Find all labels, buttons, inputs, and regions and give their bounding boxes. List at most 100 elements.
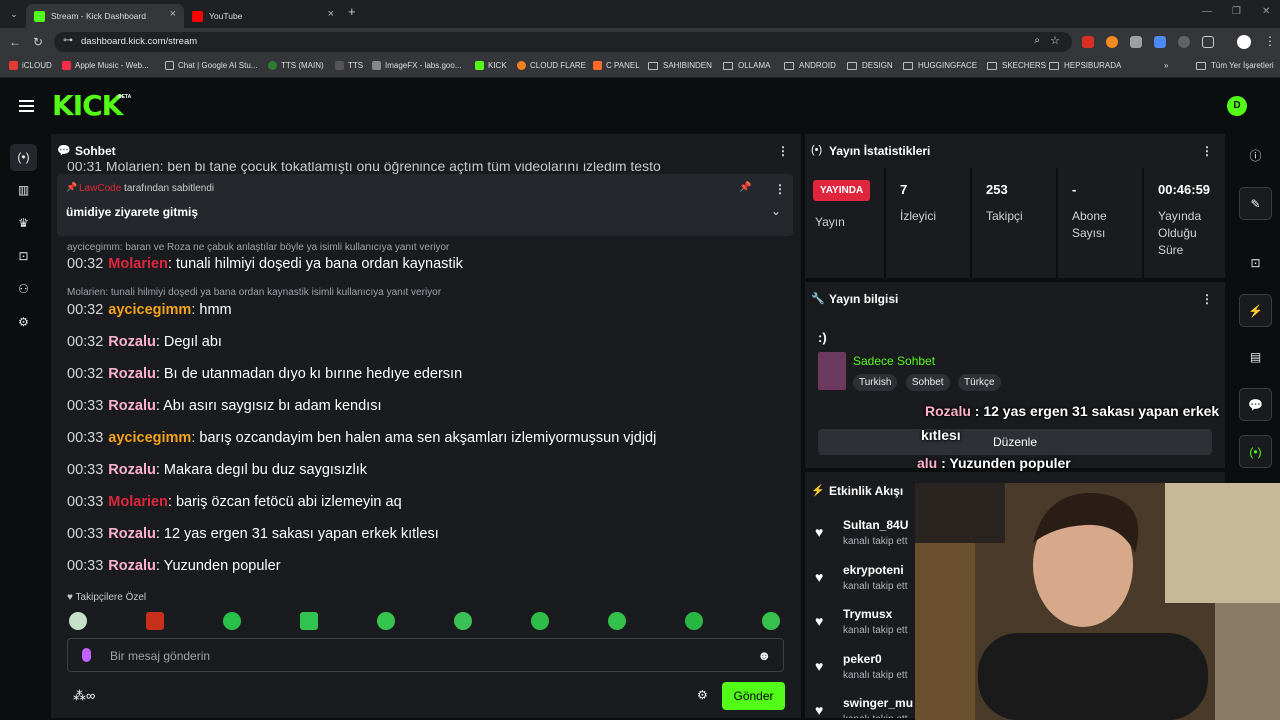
message-username[interactable]: Rozalu — [108, 366, 156, 382]
message-username[interactable]: Molarien — [108, 256, 168, 272]
microphone-icon[interactable] — [82, 648, 91, 662]
activity-username[interactable]: Trymusx — [843, 607, 892, 621]
chat-message[interactable]: 00:33 Rozalu: 12 yas ergen 31 sakası yapa… — [67, 526, 439, 542]
user-avatar[interactable]: D — [1227, 96, 1247, 116]
chat-input[interactable]: Bir mesaj gönderin ☻ — [67, 638, 784, 672]
lightning-icon[interactable]: ⚡ — [1239, 294, 1272, 327]
edit-pencil-icon[interactable]: ✎ — [1239, 187, 1272, 220]
bookmark-folder-ollama[interactable]: OLLAMA — [723, 61, 770, 70]
emote-icon[interactable] — [69, 612, 87, 630]
bookmark-kick[interactable]: KICK — [475, 61, 507, 70]
hamburger-menu-icon[interactable] — [19, 100, 34, 112]
chat-icon[interactable]: 💬 — [1239, 388, 1272, 421]
back-icon[interactable]: ← — [9, 35, 21, 49]
message-username[interactable]: aycicegimm — [108, 302, 191, 318]
activity-username[interactable]: Sultan_84U — [843, 518, 908, 532]
close-window-icon[interactable]: ✕ — [1262, 6, 1270, 17]
stream-nav-icon[interactable]: (•) — [10, 144, 37, 171]
extension-orange-icon[interactable] — [1106, 36, 1118, 48]
more-bookmarks-icon[interactable]: » — [1164, 61, 1168, 70]
extension-circle-icon[interactable] — [1178, 36, 1190, 48]
extension-translate-icon[interactable] — [1154, 36, 1166, 48]
bookmark-apple-music[interactable]: Apple Music - Web... — [62, 61, 149, 70]
bookmark-cpanel[interactable]: C PANEL — [593, 61, 640, 70]
document-icon[interactable]: ▤ — [1239, 341, 1272, 374]
unpin-icon[interactable]: 📌 — [739, 182, 751, 193]
stats-options-icon[interactable]: ⋮ — [1201, 144, 1213, 158]
message-username[interactable]: Rozalu — [108, 558, 156, 574]
pinned-options-icon[interactable]: ⋮ — [774, 182, 786, 196]
bookmark-tts[interactable]: TTS — [335, 61, 363, 70]
activity-username[interactable]: swinger_mu — [843, 696, 913, 710]
reply-context[interactable]: aycicegimm: baran ve Roza ne çabuk anlaş… — [67, 242, 449, 253]
bookmark-ai-studio[interactable]: Chat | Google AI Stu... — [165, 61, 257, 70]
emote-icon[interactable] — [685, 612, 703, 630]
emote-icon[interactable] — [762, 612, 780, 630]
bookmark-folder-skechers[interactable]: SKECHERS — [987, 61, 1046, 70]
message-username[interactable]: Rozalu — [108, 526, 156, 542]
bookmark-folder-hepsiburada[interactable]: HEPSIBURADA — [1049, 61, 1121, 70]
browser-menu-icon[interactable]: ⋮ — [1264, 34, 1276, 48]
tab-search-icon[interactable]: ⌄ — [6, 6, 22, 22]
emote-icon[interactable] — [531, 612, 549, 630]
bookmark-folder-sahibinden[interactable]: SAHIBINDEN — [648, 61, 712, 70]
tab-youtube[interactable]: YouTube × — [184, 4, 342, 28]
category-name[interactable]: Sadece Sohbet — [853, 354, 935, 368]
zoom-icon[interactable]: ⌕ — [1034, 35, 1040, 46]
edit-button[interactable]: Düzenle — [818, 429, 1212, 455]
bookmark-folder-huggingface[interactable]: HUGGINGFACE — [903, 61, 977, 70]
bookmark-folder-design[interactable]: DESIGN — [847, 61, 893, 70]
broadcast-icon[interactable]: (•) — [1239, 435, 1272, 468]
scan-icon[interactable]: ⊡ — [1239, 247, 1272, 280]
chat-message[interactable]: 00:32 Rozalu: Bı de utanmadan dıyo kı bır… — [67, 366, 462, 382]
message-username[interactable]: aycicegimm — [108, 430, 191, 446]
send-button[interactable]: Gönder — [722, 682, 785, 710]
new-tab-icon[interactable]: + — [348, 4, 356, 19]
all-bookmarks[interactable]: Tüm Yer İşaretleri — [1196, 61, 1274, 70]
emoji-picker-icon[interactable]: ☻ — [757, 648, 771, 663]
chat-message[interactable]: 00:33 Rozalu: Yuzunden populer — [67, 558, 281, 574]
tag[interactable]: Türkçe — [958, 374, 1001, 391]
message-username[interactable]: Molarien — [108, 494, 168, 510]
chat-message[interactable]: 00:33 Rozalu: Makara degıl bu duz saygısı… — [67, 462, 367, 478]
community-nav-icon[interactable]: ⚇ — [10, 276, 37, 303]
message-username[interactable]: Rozalu — [108, 462, 156, 478]
chat-message[interactable]: 00:32 Rozalu: Degıl abı — [67, 334, 222, 350]
pinned-by-user[interactable]: LawCode — [79, 183, 121, 194]
site-info-icon[interactable]: ⊶ — [63, 35, 73, 46]
message-username[interactable]: Rozalu — [108, 334, 156, 350]
trophy-nav-icon[interactable]: ♛ — [10, 210, 37, 237]
extension-gray-icon[interactable] — [1130, 36, 1142, 48]
chat-users-icon[interactable]: ⁂∞ — [73, 688, 95, 704]
chat-message[interactable]: 00:33 Rozalu: Abı asırı saygısız bı adam … — [67, 398, 382, 414]
restore-icon[interactable]: ❐ — [1232, 6, 1241, 17]
message-username[interactable]: Rozalu — [108, 398, 156, 414]
emote-icon[interactable] — [300, 612, 318, 630]
url-bar[interactable]: ⊶ dashboard.kick.com/stream ⌕ ☆ — [54, 32, 1072, 52]
bookmark-star-icon[interactable]: ☆ — [1050, 34, 1060, 47]
kick-logo[interactable]: KICK — [52, 92, 123, 120]
chat-message[interactable]: 00:32 Molarien: tunali hilmiyi doşedi ya … — [67, 256, 463, 272]
clips-nav-icon[interactable]: ⊡ — [10, 243, 37, 270]
bookmark-folder-android[interactable]: ANDROID — [784, 61, 836, 70]
bookmark-tts-main[interactable]: TTS (MAIN) — [268, 61, 324, 70]
tag[interactable]: Sohbet — [905, 374, 950, 391]
chat-message[interactable]: 00:33 aycicegimm: barış ozcandayim ben ha… — [67, 430, 656, 446]
emote-icon[interactable] — [454, 612, 472, 630]
close-tab-icon[interactable]: × — [328, 8, 334, 20]
emote-icon[interactable] — [608, 612, 626, 630]
tab-kick-dashboard[interactable]: Stream - Kick Dashboard × — [26, 4, 184, 28]
category-thumbnail[interactable] — [818, 352, 846, 390]
emote-icon[interactable] — [377, 612, 395, 630]
analytics-nav-icon[interactable]: ▥ — [10, 177, 37, 204]
chat-settings-icon[interactable]: ⚙ — [697, 688, 708, 702]
info-icon[interactable]: ⓘ — [1239, 140, 1272, 173]
expand-chevron-icon[interactable]: ⌄ — [771, 204, 781, 218]
info-options-icon[interactable]: ⋮ — [1201, 292, 1213, 306]
chat-message[interactable]: 00:33 Molarien: bariş özcan fetöcü abi iz… — [67, 494, 402, 510]
bookmark-icloud[interactable]: iCLOUD — [9, 61, 52, 70]
emote-icon[interactable] — [146, 612, 164, 630]
chat-message[interactable]: 00:32 aycicegimm: hmm — [67, 302, 232, 318]
extension-news-icon[interactable] — [1082, 36, 1094, 48]
reload-icon[interactable]: ↻ — [33, 35, 43, 49]
